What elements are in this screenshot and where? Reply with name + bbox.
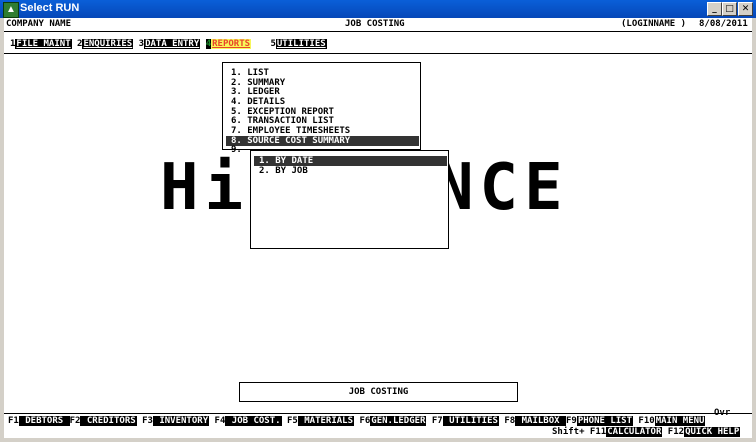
company-name: COMPANY NAME <box>6 19 72 29</box>
menu-reports[interactable]: 4REPORTS <box>205 39 252 49</box>
fkey-f2-creditors[interactable]: F2 CREDITORS <box>70 416 137 426</box>
status-box: JOB COSTING <box>239 382 518 402</box>
app-icon[interactable]: ▲ <box>3 2 19 18</box>
fkey-f12-quick-help[interactable]: F12QUICK HELP <box>668 427 741 437</box>
footer-rule <box>4 413 752 414</box>
reports-item-transaction-list[interactable]: 6. TRANSACTION LIST <box>231 116 334 126</box>
menu-enquiries[interactable]: 2ENQUIRIES <box>77 39 134 49</box>
reports-item-details[interactable]: 4. DETAILS <box>231 97 285 107</box>
fkey-f8-mailbox[interactable]: F8 MAILBOX <box>504 416 566 426</box>
submenu-item-by-date[interactable]: 1. BY DATE <box>254 156 447 166</box>
module-title: JOB COSTING <box>345 19 405 29</box>
menubar-rule <box>4 53 752 54</box>
current-date: 8/08/2011 <box>699 19 748 29</box>
menu-utilities[interactable]: 5UTILITIES <box>270 39 327 49</box>
fkey-f3-inventory[interactable]: F3 INVENTORY <box>142 416 210 426</box>
reports-item-source-cost-summary[interactable]: 8. SOURCE COST SUMMARY <box>226 136 419 146</box>
login-name: (LOGINNAME ) <box>621 19 687 29</box>
fkey-f5-materials[interactable]: F5 MATERIALS <box>287 416 355 426</box>
window-frame-right <box>752 18 756 442</box>
function-key-bar-shift: Shift+ F11CALCULATOR F12QUICK HELP <box>552 427 741 438</box>
main-menubar: 1FILE MAINT 2ENQUIRIES 3DATA ENTRY 4REPO… <box>10 39 327 50</box>
close-button[interactable]: ✕ <box>738 2 753 16</box>
menu-file-maint[interactable]: 1FILE MAINT <box>10 39 72 49</box>
insert-mode-indicator: Ovr <box>714 408 731 418</box>
fkey-f10-main-menu[interactable]: F10MAIN MENU <box>638 416 706 426</box>
maximize-button[interactable]: □ <box>722 2 737 16</box>
submenu-item-by-job[interactable]: 2. BY JOB <box>259 166 308 176</box>
function-key-bar: F1 DEBTORS F2 CREDITORS F3 INVENTORY F4 … <box>8 416 706 427</box>
reports-item-employee-timesheets[interactable]: 7. EMPLOYEE TIMESHEETS <box>231 126 350 136</box>
fkey-f4-job-cost[interactable]: F4 JOB COST. <box>215 416 282 426</box>
fkey-f9-phone-list[interactable]: F9PHONE LIST <box>566 416 633 426</box>
minimize-button[interactable]: _ <box>707 2 722 16</box>
source-cost-submenu: 1. BY DATE 2. BY JOB <box>250 150 449 249</box>
terminal-screen: COMPANY NAME JOB COSTING (LOGINNAME ) 8/… <box>4 18 752 438</box>
window-title: Select RUN <box>20 2 80 14</box>
fkey-f1-debtors[interactable]: F1 DEBTORS <box>8 416 70 426</box>
window-frame-bottom <box>0 438 756 442</box>
menu-data-entry[interactable]: 3DATA ENTRY <box>139 39 201 49</box>
reports-item-ledger[interactable]: 3. LEDGER <box>231 87 280 97</box>
title-bar[interactable]: ▲ Select RUN _ □ ✕ <box>0 0 756 18</box>
header-rule <box>4 31 752 32</box>
reports-item-9[interactable]: 9. <box>231 145 242 155</box>
fkey-f6-gen-ledger[interactable]: F6GEN.LEDGER <box>359 416 427 426</box>
reports-item-list[interactable]: 1. LIST <box>231 68 269 78</box>
reports-menu: 1. LIST 2. SUMMARY 3. LEDGER 4. DETAILS … <box>222 62 421 155</box>
fkey-f7-utilities[interactable]: F7 UTILITIES <box>432 416 499 426</box>
fkey-f11-calculator[interactable]: Shift+ F11CALCULATOR <box>552 427 663 437</box>
